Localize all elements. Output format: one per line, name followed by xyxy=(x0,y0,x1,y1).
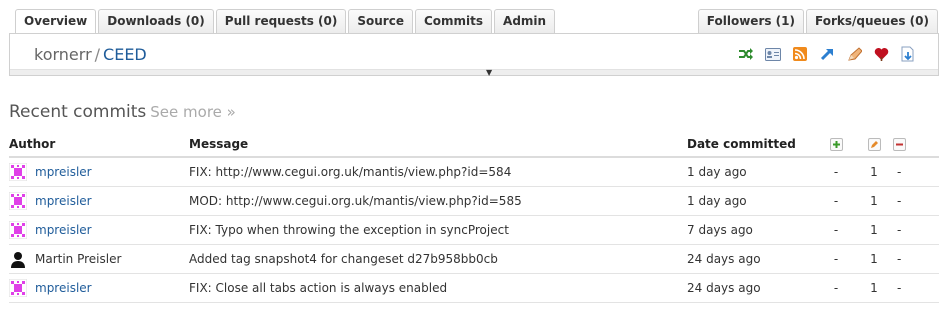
breadcrumb-separator: / xyxy=(94,45,101,64)
fork-arrow-icon[interactable] xyxy=(819,46,835,62)
repo-header: kornerr / CEED ▼ xyxy=(9,33,939,77)
social-tabs: Followers (1) Forks/queues (0) xyxy=(697,9,938,33)
modified-icon xyxy=(867,138,881,151)
repo-tabs: Overview Downloads (0) Pull requests (0)… xyxy=(15,9,557,34)
table-row: mpreisler FIX: Close all tabs action is … xyxy=(9,273,939,303)
modified-count[interactable]: 1 xyxy=(855,244,893,274)
tab-commits[interactable]: Commits xyxy=(414,9,493,33)
table-row: mpreisler FIX: Typo when throwing the ex… xyxy=(9,215,939,245)
recent-commits-heading: Recent commits See more » xyxy=(9,102,236,122)
heart-icon[interactable] xyxy=(873,46,889,62)
tab-source[interactable]: Source xyxy=(348,9,413,33)
message-column-header: Message xyxy=(189,132,687,158)
author-link[interactable]: mpreisler xyxy=(35,281,92,295)
tab-pull-requests[interactable]: Pull requests (0) xyxy=(215,9,347,33)
download-icon[interactable] xyxy=(900,46,916,62)
removed-count: - xyxy=(893,244,939,274)
added-column-header xyxy=(817,132,855,158)
modified-count[interactable]: 1 xyxy=(855,157,893,187)
repo-name-link[interactable]: CEED xyxy=(103,45,147,64)
pixel-avatar-icon xyxy=(9,191,27,210)
removed-icon xyxy=(893,138,906,151)
modified-count[interactable]: 1 xyxy=(855,186,893,216)
see-more-link[interactable]: See more » xyxy=(150,103,236,121)
commit-message[interactable]: FIX: Close all tabs action is always ena… xyxy=(189,273,687,303)
commits-table: Author Message Date committed mpreisler … xyxy=(9,132,939,303)
table-row: mpreisler FIX: http://www.cegui.org.uk/m… xyxy=(9,157,939,187)
repo-breadcrumb: kornerr / CEED xyxy=(34,45,147,64)
commit-message[interactable]: Added tag snapshot4 for changeset d27b95… xyxy=(189,244,687,274)
id-card-icon[interactable] xyxy=(765,46,781,62)
commit-message[interactable]: MOD: http://www.cegui.org.uk/mantis/view… xyxy=(189,186,687,216)
edit-pencil-icon[interactable] xyxy=(846,46,862,62)
author-cell: mpreisler xyxy=(9,186,189,216)
removed-count: - xyxy=(893,186,939,216)
tab-admin[interactable]: Admin xyxy=(494,9,556,33)
commit-date: 7 days ago xyxy=(687,215,817,245)
added-count: - xyxy=(817,186,855,216)
added-count: - xyxy=(817,244,855,274)
author-cell: mpreisler xyxy=(9,215,189,245)
tab-forks-queues[interactable]: Forks/queues (0) xyxy=(806,9,938,33)
commit-date: 24 days ago xyxy=(687,244,817,274)
author-link[interactable]: mpreisler xyxy=(35,194,92,208)
author-link[interactable]: mpreisler xyxy=(35,223,92,237)
author-column-header: Author xyxy=(9,132,189,158)
removed-column-header xyxy=(893,132,939,158)
added-count: - xyxy=(817,273,855,303)
author-cell: mpreisler xyxy=(9,157,189,187)
rss-icon[interactable] xyxy=(792,46,808,62)
table-row: Martin Preisler Added tag snapshot4 for … xyxy=(9,244,939,274)
added-icon xyxy=(829,138,843,151)
commit-date: 1 day ago xyxy=(687,157,817,187)
author-cell: mpreisler xyxy=(9,273,189,303)
chevron-down-icon[interactable]: ▼ xyxy=(486,68,492,77)
added-count: - xyxy=(817,157,855,187)
tab-overview[interactable]: Overview xyxy=(15,9,97,34)
shuffle-icon[interactable] xyxy=(738,46,754,62)
author-name: Martin Preisler xyxy=(35,251,122,266)
collapse-bar[interactable]: ▼ xyxy=(10,68,938,77)
table-header-row: Author Message Date committed xyxy=(9,132,939,158)
pixel-avatar-icon xyxy=(9,220,27,239)
tab-followers[interactable]: Followers (1) xyxy=(697,9,805,33)
modified-column-header xyxy=(855,132,893,158)
pixel-avatar-icon xyxy=(9,278,27,297)
repo-actions xyxy=(738,46,916,62)
author-link[interactable]: mpreisler xyxy=(35,165,92,179)
added-count: - xyxy=(817,215,855,245)
commit-date: 24 days ago xyxy=(687,273,817,303)
commit-message[interactable]: FIX: Typo when throwing the exception in… xyxy=(189,215,687,245)
tab-downloads[interactable]: Downloads (0) xyxy=(98,9,214,33)
pixel-avatar-icon xyxy=(9,162,27,181)
modified-count[interactable]: 1 xyxy=(855,273,893,303)
modified-count[interactable]: 1 xyxy=(855,215,893,245)
table-row: mpreisler MOD: http://www.cegui.org.uk/m… xyxy=(9,186,939,216)
commit-message[interactable]: FIX: http://www.cegui.org.uk/mantis/view… xyxy=(189,157,687,187)
repo-owner-link[interactable]: kornerr xyxy=(34,45,92,64)
removed-count: - xyxy=(893,273,939,303)
date-column-header: Date committed xyxy=(687,132,817,158)
removed-count: - xyxy=(893,157,939,187)
removed-count: - xyxy=(893,215,939,245)
commit-date: 1 day ago xyxy=(687,186,817,216)
recent-commits-title: Recent commits xyxy=(9,102,147,122)
user-silhouette-icon xyxy=(9,249,27,268)
author-cell: Martin Preisler xyxy=(9,244,189,274)
